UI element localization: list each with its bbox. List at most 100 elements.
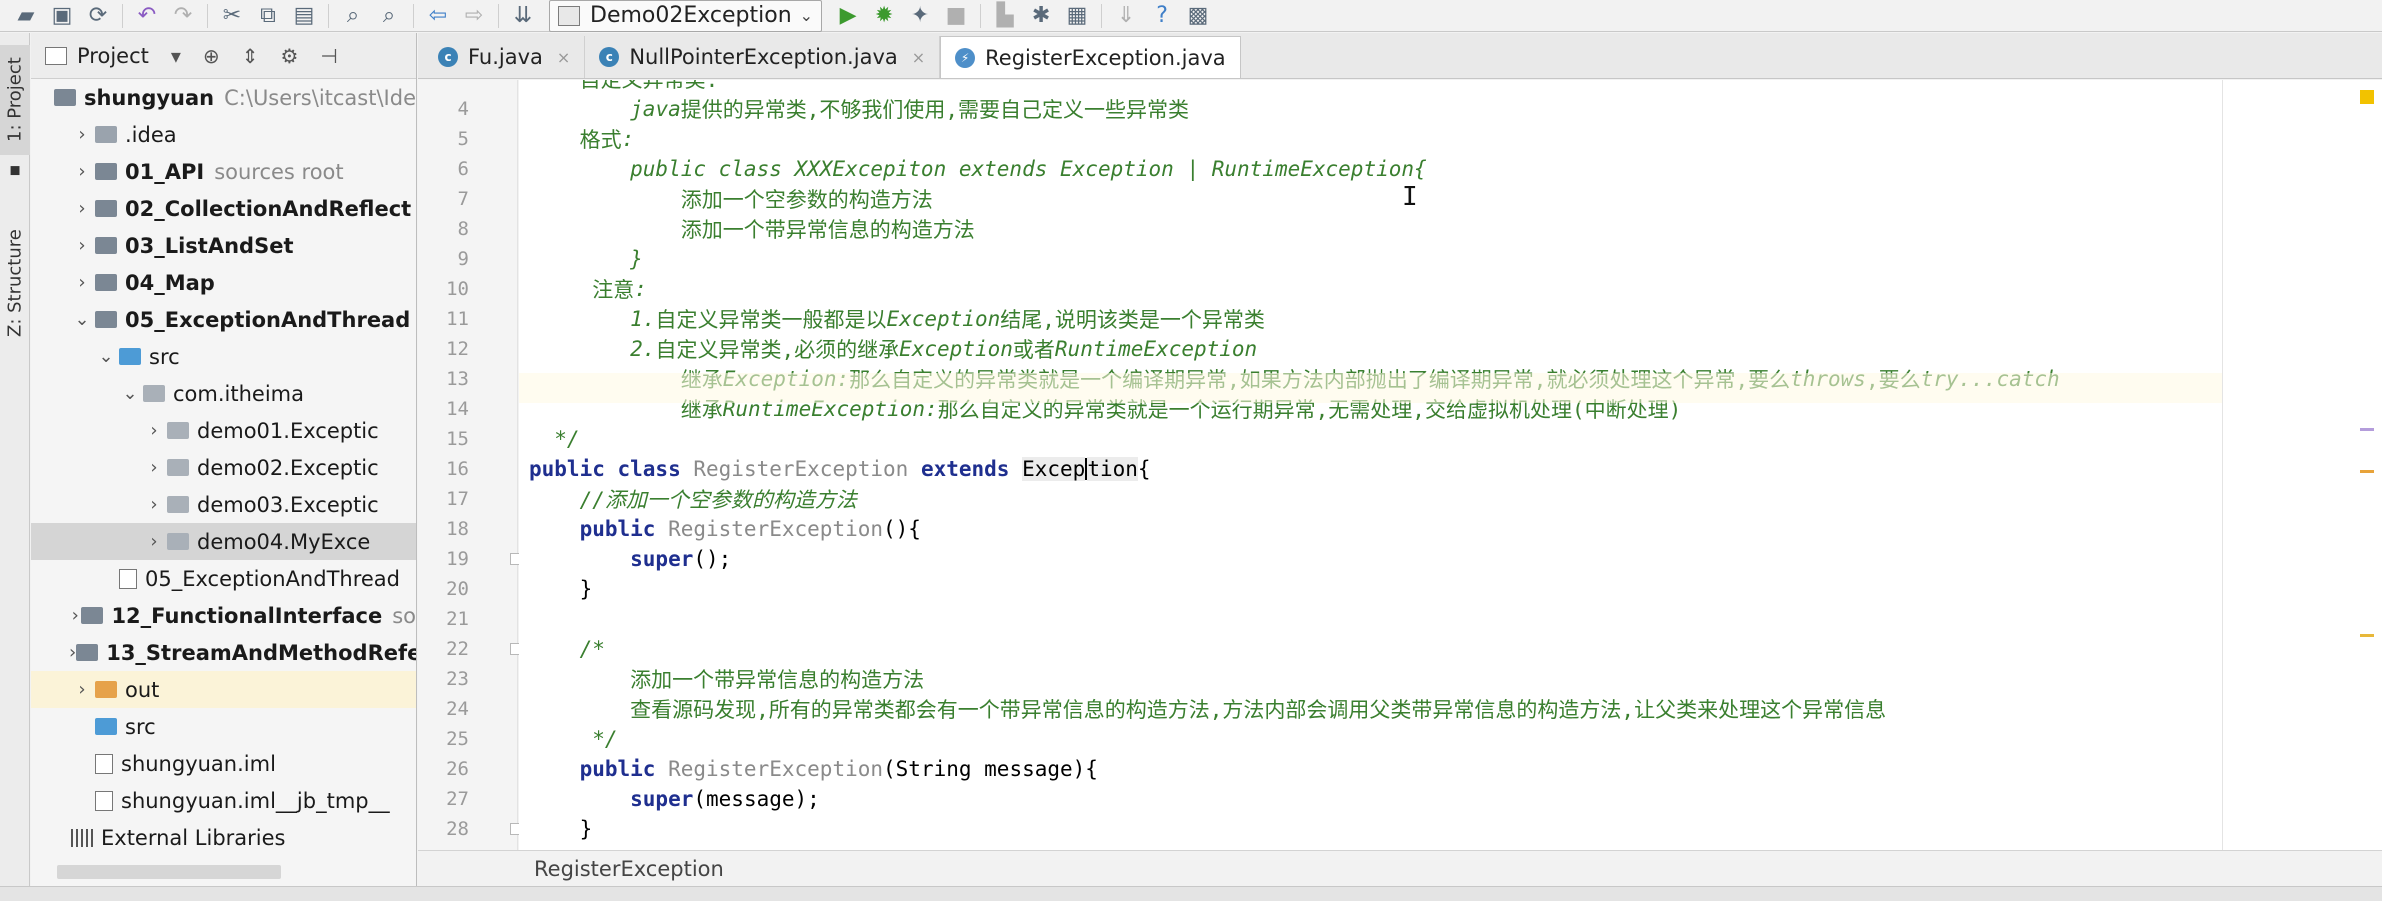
presentation-icon[interactable]: ▩ (1180, 1, 1216, 31)
tree-item[interactable]: shungyuan.iml (31, 745, 416, 782)
chevron-right-icon[interactable]: › (69, 235, 95, 256)
tree-item[interactable]: › out (31, 671, 416, 708)
tree-item[interactable]: › 12_FunctionalInterface so (31, 597, 416, 634)
undo-icon[interactable]: ↶ (129, 1, 165, 31)
marker-stripe[interactable] (2360, 634, 2374, 637)
tree-item[interactable]: › demo03.Exceptic (31, 486, 416, 523)
find-icon[interactable]: ⌕ (335, 1, 371, 31)
tree-item[interactable]: 05_ExceptionAndThread (31, 560, 416, 597)
tree-item[interactable]: ⌄ 05_ExceptionAndThread (31, 301, 416, 338)
gear-icon[interactable]: ⚙ (280, 44, 298, 68)
close-icon[interactable]: × (557, 48, 570, 67)
tree-item[interactable]: › demo01.Exceptic (31, 412, 416, 449)
marker-stripe[interactable] (2360, 428, 2374, 431)
debug-icon[interactable]: ✹ (866, 1, 902, 31)
chevron-right-icon[interactable]: › (69, 679, 95, 700)
chevron-down-icon[interactable]: ⌄ (93, 346, 119, 367)
code-line: //添加一个空参数的构造方法 (519, 484, 857, 514)
tree-item[interactable]: › demo04.MyExce (31, 523, 416, 560)
save-icon[interactable]: ▣ (44, 1, 80, 31)
chevron-right-icon[interactable]: › (69, 605, 81, 626)
chevron-right-icon[interactable]: › (69, 272, 95, 293)
chevron-right-icon[interactable]: › (141, 457, 167, 478)
code-token: */ (529, 427, 580, 451)
locate-icon[interactable]: ⊕ (203, 44, 220, 68)
marker-stripe[interactable] (2360, 470, 2374, 473)
chevron-right-icon[interactable]: › (141, 420, 167, 441)
tree-item[interactable]: ⌄ src (31, 338, 416, 375)
editor-scroll-gutter[interactable] (2223, 80, 2382, 850)
warning-indicator-icon[interactable] (2360, 90, 2374, 104)
vcs-icon[interactable]: ▙ (987, 1, 1023, 31)
folder-icon (95, 718, 117, 735)
code-token: RegisterException (668, 517, 884, 541)
chevron-right-icon[interactable]: › (69, 161, 95, 182)
cut-icon[interactable]: ✂ (214, 1, 250, 31)
editor-tabs: c Fu.java × c NullPointerException.java × ⚡ Reg… (418, 33, 2382, 79)
tree-item[interactable]: shungyuan.iml__jb_tmp__ (31, 782, 416, 819)
tree-item[interactable]: › 13_StreamAndMethodRefe (31, 634, 416, 671)
collapse-all-icon[interactable]: ⇕ (242, 44, 259, 68)
redo-icon[interactable]: ↷ (165, 1, 201, 31)
tree-item[interactable]: › demo02.Exceptic (31, 449, 416, 486)
coverage-icon[interactable]: ✦ (902, 1, 938, 31)
chevron-right-icon[interactable]: › (69, 124, 95, 145)
editor-tab[interactable]: ⚡ RegisterException.java (940, 36, 1241, 78)
tree-item[interactable]: shungyuan C:\Users\itcast\Ide (31, 79, 416, 116)
horizontal-scrollbar[interactable] (57, 865, 281, 879)
tree-item[interactable]: › .idea (31, 116, 416, 153)
code-line: } (519, 814, 593, 844)
tree-item[interactable]: › 03_ListAndSet (31, 227, 416, 264)
chevron-right-icon[interactable]: › (141, 531, 167, 552)
chevron-right-icon[interactable]: › (69, 642, 76, 663)
chevron-down-icon[interactable]: ▾ (171, 44, 181, 68)
library-icon (71, 828, 93, 847)
open-folder-icon[interactable]: ▰ (8, 1, 44, 31)
tree-item[interactable]: › 04_Map (31, 264, 416, 301)
code-editor[interactable]: 自定义异常类: java 提供的异常类,不够我们使用,需要自己定义一些异常类 格式… (519, 80, 2222, 850)
tree-item[interactable]: ⌄ com.itheima (31, 375, 416, 412)
chevron-down-icon[interactable]: ⌄ (69, 309, 95, 330)
paste-icon[interactable]: ▤ (286, 1, 322, 31)
hide-panel-icon[interactable]: ⊣ (320, 44, 337, 68)
editor-tab-label: RegisterException.java (985, 45, 1226, 70)
tree-item[interactable]: src (31, 708, 416, 745)
code-token: 添加一个带异常信息的构造方法 (529, 668, 925, 692)
close-icon[interactable]: × (912, 48, 925, 67)
editor-gutter: 4 5 6 7 8 9 10 11 12 13 14 15 16 17 18 19 20 21 22 23 24 25 26… (418, 80, 522, 895)
chevron-right-icon[interactable]: › (69, 198, 95, 219)
copy-icon[interactable]: ⧉ (250, 1, 286, 31)
line-number: 6 (457, 158, 469, 180)
build-icon[interactable]: ⇊ (505, 1, 541, 31)
tree-item[interactable]: › 01_API sources root (31, 153, 416, 190)
line-number: 21 (446, 608, 469, 630)
tree-item-label: 12_FunctionalInterface (111, 603, 383, 628)
run-configuration-select[interactable]: Demo02Exception ⌄ (549, 0, 823, 32)
code-token: 格式 (529, 128, 622, 152)
settings-wrench-icon[interactable]: ✱ (1023, 1, 1059, 31)
editor-tab[interactable]: c NullPointerException.java × (585, 36, 941, 78)
run-icon[interactable]: ▶ (830, 1, 866, 31)
tree-item[interactable]: External Libraries (31, 819, 416, 856)
tree-item[interactable]: › 02_CollectionAndReflect (31, 190, 416, 227)
code-token: 注意 (529, 278, 635, 302)
forward-icon[interactable]: ⇨ (456, 1, 492, 31)
chevron-down-icon[interactable]: ⌄ (117, 383, 143, 404)
help-icon[interactable]: ? (1144, 1, 1180, 31)
replace-icon[interactable]: ⌕ (371, 1, 407, 31)
structure-tool-tab[interactable]: Z: Structure (0, 213, 30, 353)
back-icon[interactable]: ⇦ (420, 1, 456, 31)
code-token: 或者 (1012, 338, 1055, 362)
project-tool-tab[interactable]: 1: Project (0, 45, 30, 155)
line-number: 10 (446, 278, 469, 300)
chevron-right-icon[interactable]: › (141, 494, 167, 515)
editor-tab[interactable]: c Fu.java × (424, 36, 586, 78)
sync-icon[interactable]: ⟳ (80, 1, 116, 31)
breadcrumb-item[interactable]: RegisterException (534, 857, 724, 881)
project-view-label[interactable]: Project (77, 44, 149, 68)
sdk-download-icon[interactable]: ⇓ (1108, 1, 1144, 31)
stop-icon[interactable]: ■ (938, 1, 974, 31)
tree-item-label: 03_ListAndSet (125, 233, 294, 258)
project-structure-icon[interactable]: ▦ (1059, 1, 1095, 31)
tree-item-label: com.itheima (173, 381, 304, 406)
